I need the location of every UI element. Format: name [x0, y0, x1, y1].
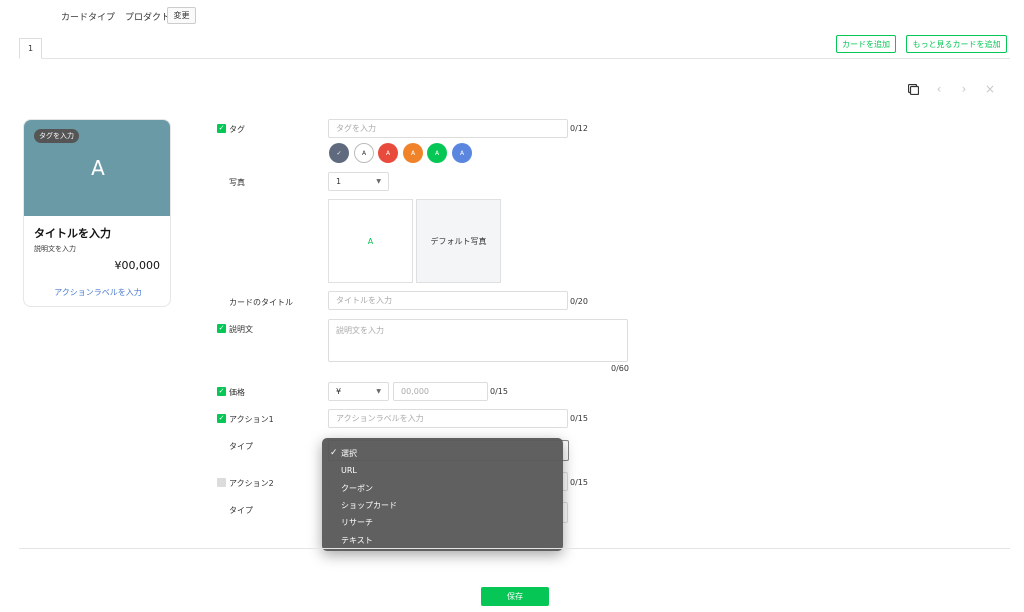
action1-label: アクション1: [229, 415, 274, 424]
dropdown-option-coupon[interactable]: クーポン: [322, 480, 563, 497]
change-card-type-button[interactable]: 変更: [167, 7, 196, 24]
dropdown-option-label: クーポン: [341, 483, 373, 493]
card-preview: タグを入力 A タイトルを入力 説明文を入力 ¥00,000 アクションラベルを…: [23, 119, 171, 307]
card-title-placeholder: タイトルを入力: [336, 296, 392, 305]
chevron-down-icon: ▼: [376, 178, 381, 185]
action1-checkbox[interactable]: ✓: [217, 414, 226, 423]
card-preview-image: タグを入力 A: [24, 120, 170, 216]
dropdown-option-select[interactable]: ✓ 選択: [322, 445, 563, 462]
description-textarea[interactable]: 説明文を入力: [328, 319, 628, 362]
add-card-button[interactable]: カードを追加: [836, 35, 896, 53]
checkmark-icon: ✓: [330, 448, 338, 458]
price-label: 価格: [229, 388, 245, 397]
tag-placeholder: タグを入力: [336, 124, 376, 133]
dropdown-option-label: テキスト: [341, 535, 373, 545]
type-dropdown-menu: ✓ 選択 URL クーポン ショップカード リサーチ テキスト: [322, 438, 563, 551]
currency-select[interactable]: ¥ ▼: [328, 382, 389, 401]
description-placeholder: 説明文を入力: [336, 326, 384, 335]
card-preview-action-link[interactable]: アクションラベルを入力: [24, 287, 170, 298]
default-photo-slot[interactable]: デフォルト写真: [416, 199, 501, 283]
action2-counter: 0/15: [570, 478, 588, 487]
dropdown-option-label: URL: [341, 466, 357, 476]
price-counter: 0/15: [490, 387, 508, 396]
price-placeholder: 00,000: [401, 387, 429, 396]
tag-color-gray[interactable]: ✓: [329, 143, 349, 163]
add-more-card-button[interactable]: もっと見るカードを追加: [906, 35, 1007, 53]
save-button[interactable]: 保存: [481, 587, 549, 606]
price-checkbox[interactable]: ✓: [217, 387, 226, 396]
tag-counter: 0/12: [570, 124, 588, 133]
card-preview-title: タイトルを入力: [34, 227, 111, 240]
card-preview-description: 説明文を入力: [34, 245, 76, 253]
action1-label-input[interactable]: アクションラベルを入力: [328, 409, 568, 428]
dropdown-option-shop-card[interactable]: ショップカード: [322, 497, 563, 514]
tab-card-1[interactable]: 1: [19, 38, 42, 59]
card-title-counter: 0/20: [570, 297, 588, 306]
card-title-input[interactable]: タイトルを入力: [328, 291, 568, 310]
close-icon[interactable]: ×: [984, 82, 996, 96]
card-title-label: カードのタイトル: [229, 298, 293, 307]
footer-divider: [19, 548, 1010, 549]
tag-input[interactable]: タグを入力: [328, 119, 568, 138]
photo-label: 写真: [229, 178, 245, 187]
photo-count-value: 1: [336, 177, 342, 186]
chevron-left-icon[interactable]: ‹: [933, 82, 945, 96]
dropdown-option-label: ショップカード: [341, 501, 397, 511]
action1-type-label: タイプ: [229, 442, 253, 451]
action1-counter: 0/15: [570, 414, 588, 423]
tag-color-red[interactable]: A: [378, 143, 398, 163]
currency-value: ¥: [336, 387, 342, 396]
copy-icon[interactable]: [907, 83, 919, 95]
price-input[interactable]: 00,000: [393, 382, 488, 401]
tag-color-green[interactable]: A: [427, 143, 447, 163]
chevron-down-icon: ▼: [376, 388, 381, 395]
card-preview-price: ¥00,000: [114, 259, 161, 272]
chevron-right-icon[interactable]: ›: [958, 82, 970, 96]
tag-label: タグ: [229, 125, 245, 134]
dropdown-option-label: 選択: [341, 449, 357, 459]
photo-slot-a[interactable]: A: [328, 199, 413, 283]
card-preview-tag: タグを入力: [34, 129, 79, 143]
photo-count-select[interactable]: 1 ▼: [328, 172, 389, 191]
tab-divider: [19, 58, 1010, 59]
tag-checkbox[interactable]: ✓: [217, 124, 226, 133]
action1-placeholder: アクションラベルを入力: [336, 414, 424, 423]
card-preview-image-letter: A: [91, 156, 105, 180]
description-counter: 0/60: [611, 364, 629, 373]
dropdown-option-label: リサーチ: [341, 518, 373, 528]
card-type-label: カードタイプ: [61, 13, 116, 23]
description-label: 説明文: [229, 325, 253, 334]
tag-color-orange[interactable]: A: [403, 143, 423, 163]
card-type-value: プロダクト: [125, 13, 171, 23]
action2-checkbox[interactable]: [217, 478, 226, 487]
tag-color-blue[interactable]: A: [452, 143, 472, 163]
action2-type-label: タイプ: [229, 506, 253, 515]
description-checkbox[interactable]: ✓: [217, 324, 226, 333]
tag-color-white[interactable]: A: [354, 143, 374, 163]
dropdown-option-url[interactable]: URL: [322, 462, 563, 479]
dropdown-option-text[interactable]: テキスト: [322, 531, 563, 548]
action2-label: アクション2: [229, 479, 274, 488]
dropdown-option-research[interactable]: リサーチ: [322, 514, 563, 531]
